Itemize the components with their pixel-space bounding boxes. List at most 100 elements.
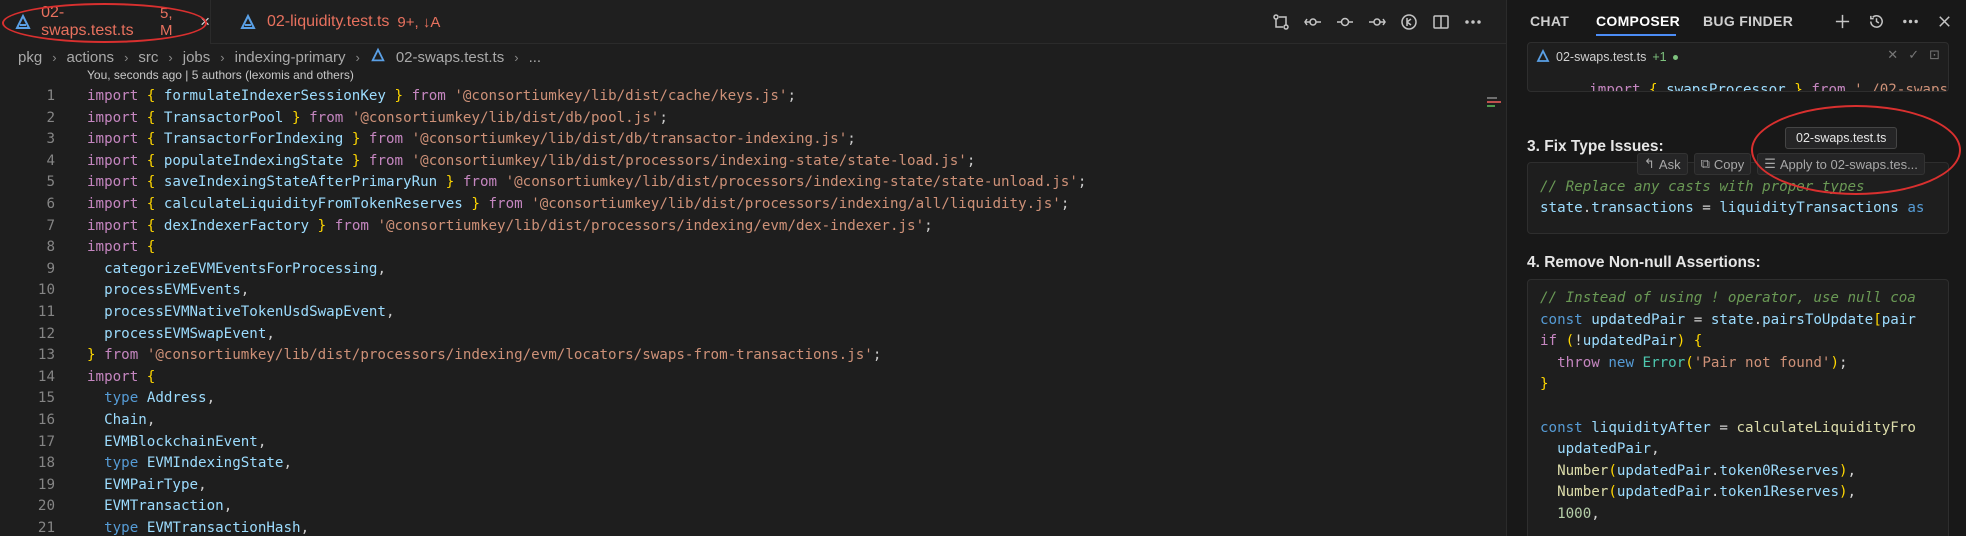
apply-icon: ☰: [1764, 156, 1776, 171]
code-text: import { populateIndexingState } from '@…: [87, 152, 976, 169]
code-text: categorizeEVMEventsForProcessing,: [104, 260, 386, 277]
breadcrumb-item[interactable]: indexing-primary: [235, 49, 346, 66]
code-line[interactable]: 18 type EVMIndexingState,: [0, 453, 1480, 475]
code-line: }: [1540, 376, 1549, 393]
code-line[interactable]: 13 } from '@consortiumkey/lib/dist/proces…: [0, 345, 1480, 367]
code-text: import { saveIndexingStateAfterPrimaryRu…: [87, 174, 1087, 191]
code-text: import {: [87, 239, 156, 256]
file-chip[interactable]: 02-swaps.test.ts +1: [1536, 47, 1678, 67]
section-heading: 4. Remove Non-null Assertions:: [1527, 254, 1761, 271]
code-line[interactable]: 16 Chain,: [0, 410, 1480, 432]
code-text: import { TransactorPool } from '@consort…: [87, 109, 668, 126]
code-text: processEVMNativeTokenUsdSwapEvent,: [104, 303, 395, 320]
line-number: 4: [46, 152, 55, 169]
code-line[interactable]: 7 import { dexIndexerFactory } from '@con…: [0, 216, 1480, 238]
problem-badge: 9+, ↓A: [397, 13, 441, 31]
typescript-test-file-icon: [370, 47, 386, 67]
line-number: 17: [37, 433, 55, 450]
code-text: import { TransactorForIndexing } from '@…: [87, 131, 856, 148]
breadcrumb-item[interactable]: src: [138, 49, 158, 66]
close-icon[interactable]: [1934, 10, 1954, 32]
code-line[interactable]: 17 EVMBlockchainEvent,: [0, 432, 1480, 454]
code-text: EVMBlockchainEvent,: [104, 433, 267, 450]
code-text: } from '@consortiumkey/lib/dist/processo…: [87, 347, 882, 364]
code-line[interactable]: 19 EVMPairType,: [0, 475, 1480, 497]
timeline-icon[interactable]: [1398, 9, 1420, 35]
code-line[interactable]: 10 processEVMEvents,: [0, 280, 1480, 302]
more-actions-icon[interactable]: [1900, 10, 1920, 32]
code-line: const liquidityAfter = calculateLiquidit…: [1540, 419, 1916, 436]
more-actions-icon[interactable]: [1462, 9, 1484, 35]
tab-chat[interactable]: CHAT: [1530, 13, 1569, 29]
history-icon[interactable]: [1866, 10, 1886, 32]
code-suggestion-block: 02-swaps.test.ts +1 ✕ ✓ ⊡ import { swaps…: [1527, 42, 1949, 92]
tab-composer[interactable]: COMPOSER: [1596, 13, 1680, 29]
accept-icon[interactable]: ✓: [1908, 47, 1919, 63]
line-number: 11: [37, 303, 55, 320]
code-text: EVMTransaction,: [104, 498, 233, 515]
split-editor-icon[interactable]: [1430, 9, 1452, 35]
reject-icon[interactable]: ✕: [1887, 47, 1898, 63]
code-line[interactable]: 9 categorizeEVMEventsForProcessing,: [0, 259, 1480, 281]
code-line[interactable]: 20 EVMTransaction,: [0, 496, 1480, 518]
code-line: throw new Error('Pair not found');: [1557, 354, 1848, 371]
reply-icon: ↰: [1644, 156, 1655, 171]
chevron-right-icon: ›: [168, 49, 173, 65]
apply-button[interactable]: ☰ Apply to 02-swaps.tes...: [1757, 153, 1925, 175]
chevron-right-icon: ›: [220, 49, 225, 65]
ask-label: Ask: [1658, 156, 1681, 172]
expand-icon[interactable]: ⊡: [1929, 47, 1940, 63]
ask-button[interactable]: ↰ Ask: [1637, 153, 1688, 175]
code-editor[interactable]: 1 import { formulateIndexerSessionKey } f…: [0, 86, 1480, 536]
code-line[interactable]: 21 type EVMTransactionHash,: [0, 518, 1480, 536]
git-blame-annotation[interactable]: You, seconds ago | 5 authors (lexomis an…: [87, 68, 354, 82]
close-tab-icon[interactable]: ×: [200, 12, 210, 32]
code-line[interactable]: 4 import { populateIndexingState } from '…: [0, 151, 1480, 173]
line-number: 13: [37, 347, 55, 364]
code-line[interactable]: 11 processEVMNativeTokenUsdSwapEvent,: [0, 302, 1480, 324]
go-to-previous-change-icon[interactable]: [1302, 9, 1324, 35]
breadcrumb-item[interactable]: jobs: [183, 49, 211, 66]
line-number: 2: [46, 109, 55, 126]
copy-icon: ⧉: [1700, 156, 1710, 171]
breadcrumb-item[interactable]: ...: [529, 49, 542, 66]
line-number: 21: [37, 519, 55, 536]
typescript-test-file-icon: [1536, 48, 1550, 66]
code-line[interactable]: 15 type Address,: [0, 388, 1480, 410]
tab-label: 02-swaps.test.ts: [41, 4, 134, 39]
copy-label: Copy: [1713, 156, 1745, 172]
code-line[interactable]: 3 import { TransactorForIndexing } from '…: [0, 129, 1480, 151]
line-number: 16: [37, 411, 55, 428]
code-block-tools: ✕ ✓ ⊡: [1887, 47, 1940, 63]
commit-icon[interactable]: [1334, 9, 1356, 35]
editor-tab-bar: 02-swaps.test.ts 5, M × 02-liquidity.tes…: [0, 0, 1506, 44]
line-number: 3: [46, 131, 55, 148]
plus-icon[interactable]: [1832, 10, 1852, 32]
code-line[interactable]: 6 import { calculateLiquidityFromTokenRes…: [0, 194, 1480, 216]
breadcrumb-item[interactable]: 02-swaps.test.ts: [396, 49, 504, 66]
code-line[interactable]: 2 import { TransactorPool } from '@consor…: [0, 108, 1480, 130]
code-line: 1000,: [1557, 506, 1600, 522]
breadcrumb-item[interactable]: actions: [67, 49, 115, 66]
ai-chat-panel: CHAT COMPOSER BUG FINDER 02-swaps.test.t…: [1506, 0, 1966, 536]
copy-button[interactable]: ⧉ Copy: [1693, 153, 1752, 175]
active-tab-indicator: [1596, 34, 1676, 36]
code-suggestion-block: // Instead of using ! operator, use null…: [1527, 279, 1949, 536]
code-block-tools: ↰ Ask ⧉ Copy ☰ Apply to 02-swaps.tes...: [1637, 153, 1925, 175]
tab-bug-finder[interactable]: BUG FINDER: [1703, 13, 1793, 29]
typescript-test-file-icon: [237, 11, 259, 33]
source-control-compare-icon[interactable]: [1270, 9, 1292, 35]
code-text: import { formulateIndexerSessionKey } fr…: [87, 88, 797, 104]
code-line[interactable]: 5 import { saveIndexingStateAfterPrimaryR…: [0, 172, 1480, 194]
problem-badge: 5, M: [160, 5, 173, 39]
go-to-next-change-icon[interactable]: [1366, 9, 1388, 35]
line-number: 1: [46, 88, 55, 104]
code-line[interactable]: 12 processEVMSwapEvent,: [0, 324, 1480, 346]
code-line[interactable]: 14 import {: [0, 367, 1480, 389]
chevron-right-icon: ›: [124, 49, 129, 65]
code-line[interactable]: 1 import { formulateIndexerSessionKey } f…: [0, 86, 1480, 108]
code-line[interactable]: 8 import {: [0, 237, 1480, 259]
tab-02-swaps-test[interactable]: 02-swaps.test.ts 5, M ×: [0, 0, 211, 44]
breadcrumb-item[interactable]: pkg: [18, 49, 42, 66]
tab-02-liquidity-test[interactable]: 02-liquidity.test.ts 9+, ↓A: [225, 0, 475, 44]
